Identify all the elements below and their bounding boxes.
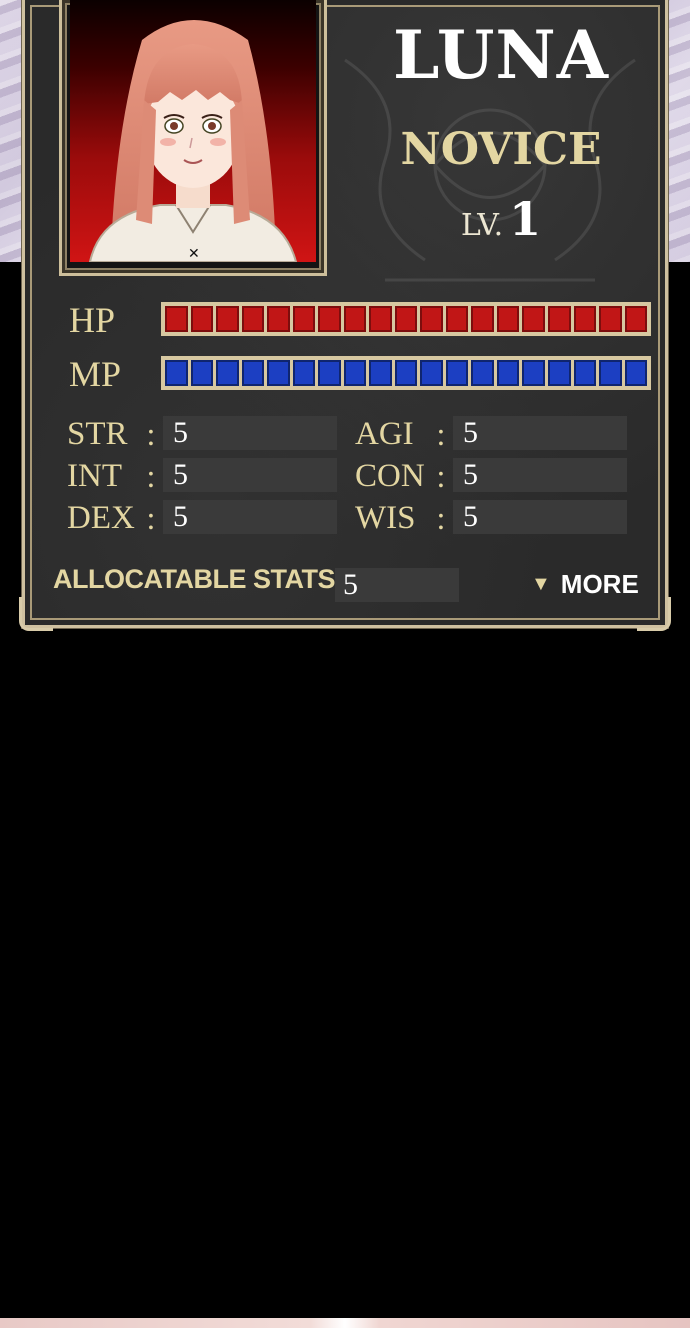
hp-segment [190, 306, 214, 332]
frame-corner-ornament [19, 597, 53, 631]
hp-segment [241, 306, 265, 332]
hp-segment [522, 306, 545, 332]
character-name: LUNA [393, 16, 609, 94]
hp-bar [161, 302, 651, 336]
mp-segment [241, 360, 265, 386]
hp-segment [165, 306, 188, 332]
hp-segment [216, 306, 239, 332]
portrait-frame: ✕ [59, 0, 327, 276]
str-value: 5 [163, 416, 337, 450]
int-value: 5 [163, 458, 337, 492]
con-value: 5 [453, 458, 627, 492]
character-portrait: ✕ [70, 0, 316, 262]
mp-segment [624, 360, 648, 386]
agi-value: 5 [453, 416, 627, 450]
mp-segment [471, 360, 494, 386]
svg-text:✕: ✕ [188, 246, 200, 262]
hp-segment [547, 306, 571, 332]
mp-segment [318, 360, 341, 386]
more-label: MORE [560, 569, 639, 599]
hp-segment [496, 306, 520, 332]
hp-segment [394, 306, 418, 332]
mp-segment [369, 360, 392, 386]
mp-segment [190, 360, 214, 386]
allocatable-stats-label: ALLOCATABLE STATS: [53, 564, 344, 594]
hp-segment [292, 306, 316, 332]
stat-colon: : [146, 500, 156, 536]
hp-segment [420, 306, 443, 332]
mp-segment [445, 360, 469, 386]
wis-value: 5 [453, 500, 627, 534]
level-label: LV. [460, 208, 504, 243]
hp-segment [471, 306, 494, 332]
stat-colon: : [436, 416, 446, 452]
mp-segment [547, 360, 571, 386]
level-value: 1 [509, 192, 542, 246]
triangle-down-icon: ▼ [531, 573, 551, 595]
mp-segment [165, 360, 188, 386]
hp-segment [599, 306, 622, 332]
mp-segment [496, 360, 520, 386]
hp-label: HP [69, 300, 116, 340]
hp-segment [573, 306, 597, 332]
mp-segment [216, 360, 239, 386]
dex-value: 5 [163, 500, 337, 534]
hp-segment [369, 306, 392, 332]
hp-segment [318, 306, 341, 332]
mp-segment [599, 360, 622, 386]
mp-segment [343, 360, 367, 386]
mp-segment [522, 360, 545, 386]
stat-colon: : [436, 500, 446, 536]
hp-segment [343, 306, 367, 332]
mp-label: MP [69, 354, 122, 394]
mp-segment [292, 360, 316, 386]
mp-segment [573, 360, 597, 386]
bottom-background-strip [0, 1318, 690, 1328]
stat-colon: : [146, 416, 156, 452]
status-window: ✕ LUNA NOVICE LV. 1 HP MP STR: 5 AGI: … [19, 0, 671, 631]
hp-segment [445, 306, 469, 332]
hp-segment [267, 306, 290, 332]
allocatable-stats-value: 5 [335, 568, 459, 602]
stat-colon: : [146, 458, 156, 494]
game-screen: ✕ LUNA NOVICE LV. 1 HP MP STR: 5 AGI: … [0, 0, 690, 1328]
more-button[interactable]: ▼ MORE [531, 568, 639, 600]
mp-bar [161, 356, 651, 390]
mp-segment [394, 360, 418, 386]
mp-segment [420, 360, 443, 386]
hp-segment [624, 306, 648, 332]
mp-segment [267, 360, 290, 386]
frame-corner-ornament [637, 597, 671, 631]
stat-colon: : [436, 458, 446, 494]
character-level: LV. 1 [361, 196, 641, 242]
character-illustration: ✕ [88, 20, 298, 262]
character-class: NOVICE [400, 124, 602, 175]
